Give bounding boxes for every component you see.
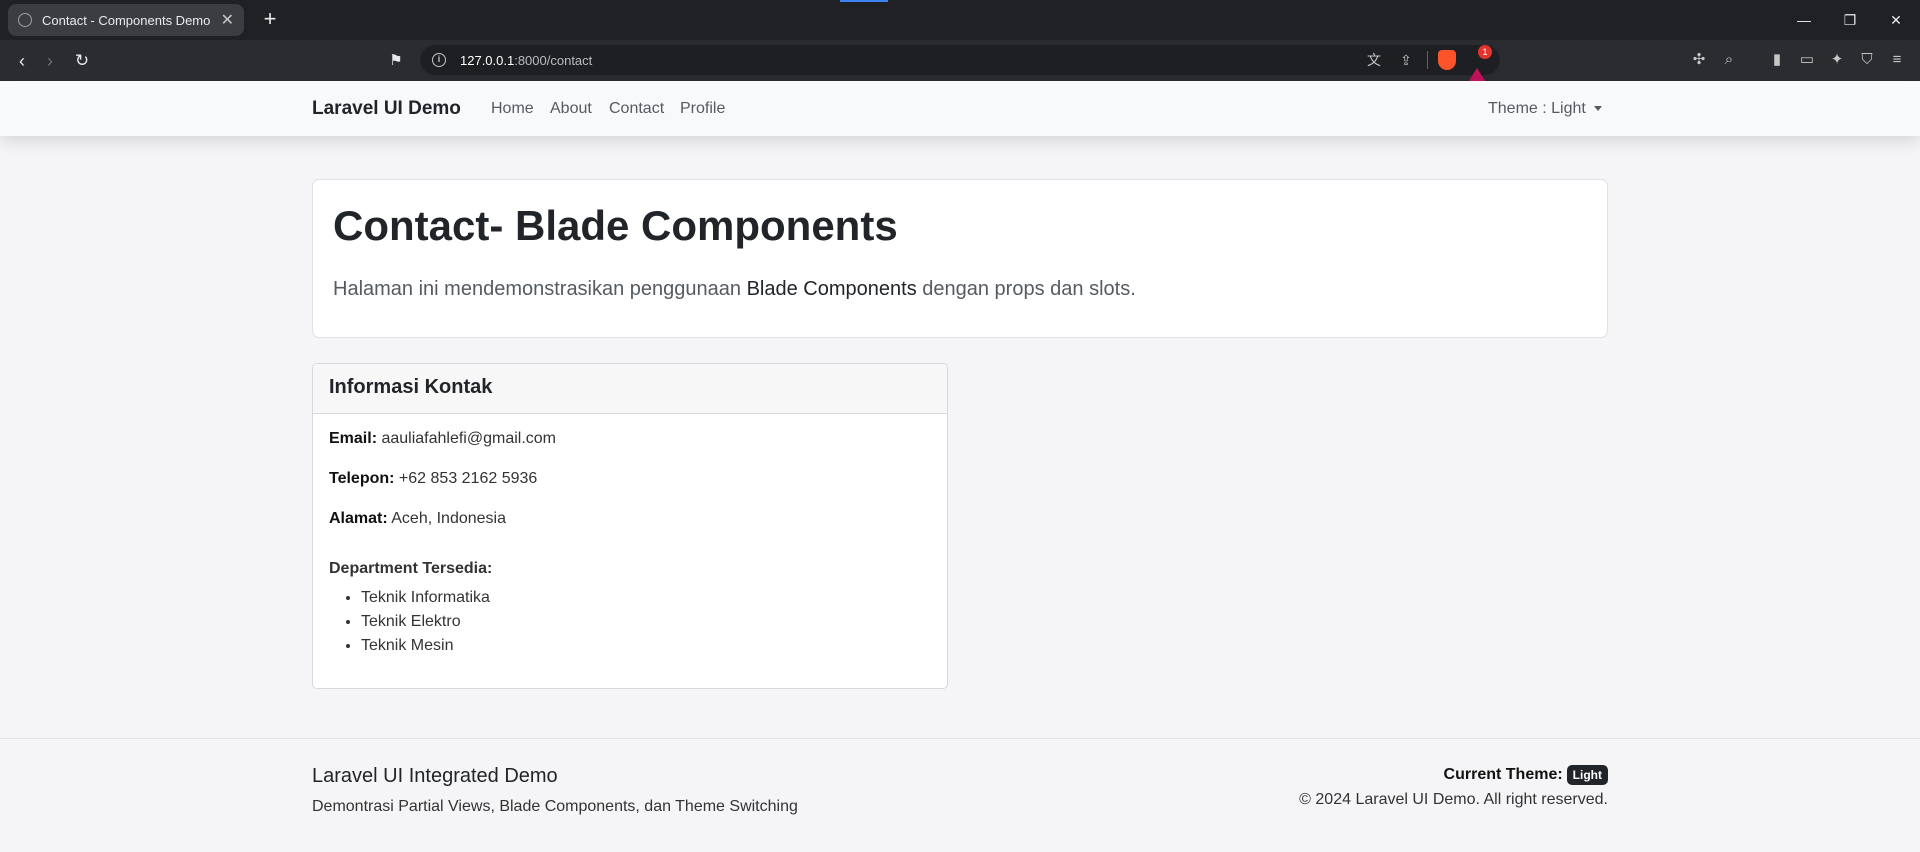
contact-info-card: Informasi Kontak Email: aauliafahlefi@gm…: [312, 363, 948, 689]
bookmark-icon[interactable]: ⚑: [382, 47, 410, 75]
close-tab-icon[interactable]: ✕: [221, 10, 234, 30]
forward-icon[interactable]: ›: [36, 47, 64, 75]
nav-link-home[interactable]: Home: [491, 100, 534, 118]
restore-icon[interactable]: ❐: [1827, 6, 1873, 34]
address-row: Alamat: Aceh, Indonesia: [329, 510, 506, 528]
description-text-2: dengan props dan slots.: [916, 278, 1136, 300]
email-row: Email: aauliafahlefi@gmail.com: [329, 430, 556, 448]
address-label: Alamat:: [329, 510, 388, 527]
nav-link-profile[interactable]: Profile: [680, 100, 725, 118]
footer-title: Laravel UI Integrated Demo: [312, 765, 558, 787]
wallet-icon[interactable]: ▭: [1794, 47, 1820, 73]
description-highlight: Blade Components: [746, 278, 917, 300]
new-tab-button[interactable]: +: [256, 6, 284, 34]
theme-dropdown[interactable]: Theme : Light: [1488, 100, 1602, 118]
copyright: © 2024 Laravel UI Demo. All right reserv…: [1299, 791, 1608, 808]
description-text-1: Halaman ini mendemonstrasikan penggunaan: [333, 278, 747, 300]
leo-ai-icon[interactable]: ✦: [1824, 47, 1850, 73]
url-text: 127.0.0.1:8000/contact: [460, 53, 592, 68]
url-host: 127.0.0.1: [460, 52, 515, 68]
sidebar-icon[interactable]: ▮: [1764, 47, 1790, 73]
vpn-icon[interactable]: ⛉: [1854, 47, 1880, 73]
tab-title: Contact - Components Demo: [42, 12, 211, 28]
site-info-icon[interactable]: i: [432, 53, 446, 67]
phone-value: +62 853 2162 5936: [394, 470, 538, 487]
brave-rewards-icon[interactable]: 1: [1466, 45, 1492, 84]
tab-search-icon[interactable]: ⌕: [1716, 47, 1742, 73]
phone-label: Telepon:: [329, 470, 395, 487]
extensions-icon[interactable]: ✣: [1686, 47, 1712, 73]
menu-icon[interactable]: ≡: [1884, 47, 1910, 73]
page-title: Contact- Blade Components: [333, 202, 898, 249]
nav-link-about[interactable]: About: [550, 100, 592, 118]
brave-shields-icon[interactable]: [1438, 50, 1456, 70]
status-badge: Light: [1566, 765, 1608, 785]
address-value: Aceh, Indonesia: [387, 510, 506, 527]
department-title: Department Tersedia:: [329, 560, 493, 577]
translate-icon[interactable]: 文: [1363, 49, 1385, 71]
department-list: Teknik Informatika Teknik Elektro Teknik…: [361, 586, 490, 658]
caret-down-icon: [1593, 106, 1602, 112]
page-description: Halaman ini mendemonstrasikan penggunaan…: [333, 278, 1136, 301]
browser-tab-bar: Contact - Components Demo ✕ + — ❐ ✕: [0, 0, 1920, 40]
share-icon[interactable]: ⇪: [1395, 49, 1417, 71]
site-navbar: Laravel UI Demo Home About Contact Profi…: [0, 81, 1920, 136]
email-label: Email:: [329, 430, 378, 447]
globe-icon: [18, 13, 32, 27]
page-header-card: Contact- Blade Components Halaman ini me…: [312, 179, 1608, 338]
browser-tab[interactable]: Contact - Components Demo ✕: [8, 4, 244, 36]
close-window-icon[interactable]: ✕: [1873, 6, 1919, 34]
address-bar[interactable]: i 127.0.0.1:8000/contact 文 ⇪ 1: [420, 45, 1500, 84]
rewards-badge: 1: [1478, 45, 1492, 59]
url-path: :8000/contact: [514, 52, 593, 68]
footer-subtitle: Demontrasi Partial Views, Blade Componen…: [312, 798, 798, 815]
list-item: Teknik Informatika: [361, 586, 490, 610]
navbar-brand[interactable]: Laravel UI Demo: [312, 98, 461, 120]
list-item: Teknik Mesin: [361, 634, 490, 658]
minimize-icon[interactable]: —: [1781, 6, 1827, 34]
back-icon[interactable]: ‹: [8, 47, 36, 75]
list-item: Teknik Elektro: [361, 610, 490, 634]
card-header: Informasi Kontak: [313, 364, 947, 414]
toolbar-separator: [1427, 51, 1428, 69]
nav-link-contact[interactable]: Contact: [609, 100, 664, 118]
reload-icon[interactable]: ↻: [68, 47, 96, 75]
current-theme-label: Current Theme:: [1443, 766, 1563, 784]
theme-dropdown-label: Theme : Light: [1488, 100, 1586, 117]
footer-right: Current Theme: Light © 2024 Laravel UI De…: [1299, 765, 1608, 809]
email-value: aauliafahlefi@gmail.com: [377, 430, 557, 447]
tab-strip-accent: [840, 0, 888, 2]
site-footer: Laravel UI Integrated Demo Demontrasi Pa…: [0, 738, 1920, 852]
phone-row: Telepon: +62 853 2162 5936: [329, 470, 537, 488]
browser-toolbar: ‹ › ↻ ⚑ i 127.0.0.1:8000/contact 文 ⇪ 1 ✣…: [0, 40, 1920, 84]
